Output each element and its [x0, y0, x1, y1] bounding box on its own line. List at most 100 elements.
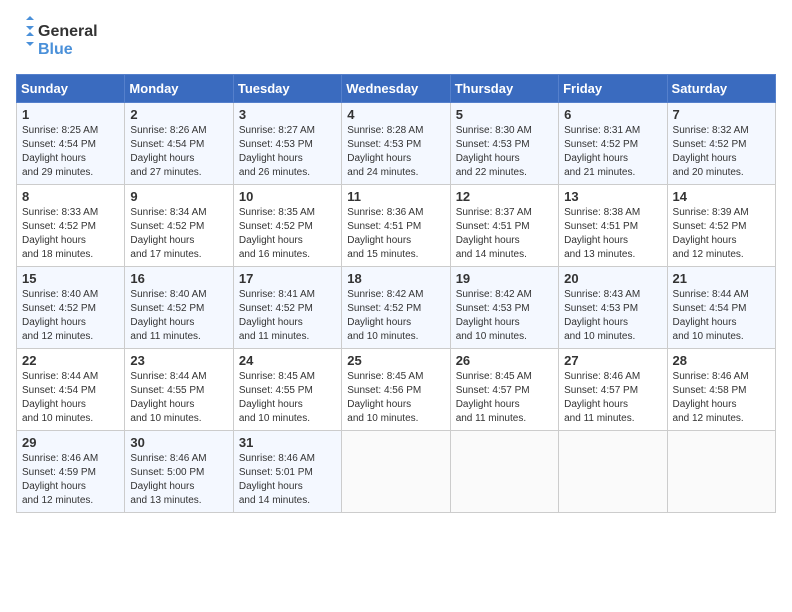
- table-row: 24 Sunrise: 8:45 AMSunset: 4:55 PMDaylig…: [233, 349, 341, 431]
- table-row: 28 Sunrise: 8:46 AMSunset: 4:58 PMDaylig…: [667, 349, 775, 431]
- day-info: Sunrise: 8:26 AMSunset: 4:54 PMDaylight …: [130, 125, 206, 178]
- table-row: 21 Sunrise: 8:44 AMSunset: 4:54 PMDaylig…: [667, 267, 775, 349]
- day-info: Sunrise: 8:38 AMSunset: 4:51 PMDaylight …: [564, 207, 640, 260]
- day-number: 28: [673, 353, 770, 368]
- svg-text:Blue: Blue: [38, 41, 73, 58]
- table-row: 1 Sunrise: 8:25 AMSunset: 4:54 PMDayligh…: [17, 103, 125, 185]
- day-info: Sunrise: 8:25 AMSunset: 4:54 PMDaylight …: [22, 125, 98, 178]
- day-number: 31: [239, 435, 336, 450]
- generalblue-logo: General Blue: [16, 16, 116, 64]
- table-row: 3 Sunrise: 8:27 AMSunset: 4:53 PMDayligh…: [233, 103, 341, 185]
- day-number: 21: [673, 271, 770, 286]
- logo: General Blue: [16, 16, 116, 64]
- table-row: [667, 431, 775, 513]
- weekday-header-monday: Monday: [125, 75, 233, 103]
- table-row: 12 Sunrise: 8:37 AMSunset: 4:51 PMDaylig…: [450, 185, 558, 267]
- day-info: Sunrise: 8:44 AMSunset: 4:54 PMDaylight …: [673, 289, 749, 342]
- day-number: 2: [130, 107, 227, 122]
- day-info: Sunrise: 8:45 AMSunset: 4:56 PMDaylight …: [347, 371, 423, 424]
- day-number: 18: [347, 271, 444, 286]
- table-row: 4 Sunrise: 8:28 AMSunset: 4:53 PMDayligh…: [342, 103, 450, 185]
- day-info: Sunrise: 8:44 AMSunset: 4:54 PMDaylight …: [22, 371, 98, 424]
- svg-text:General: General: [38, 23, 98, 40]
- day-number: 25: [347, 353, 444, 368]
- day-info: Sunrise: 8:42 AMSunset: 4:53 PMDaylight …: [456, 289, 532, 342]
- day-number: 1: [22, 107, 119, 122]
- table-row: 22 Sunrise: 8:44 AMSunset: 4:54 PMDaylig…: [17, 349, 125, 431]
- day-info: Sunrise: 8:35 AMSunset: 4:52 PMDaylight …: [239, 207, 315, 260]
- day-info: Sunrise: 8:46 AMSunset: 5:01 PMDaylight …: [239, 453, 315, 506]
- table-row: 27 Sunrise: 8:46 AMSunset: 4:57 PMDaylig…: [559, 349, 667, 431]
- table-row: 19 Sunrise: 8:42 AMSunset: 4:53 PMDaylig…: [450, 267, 558, 349]
- table-row: 5 Sunrise: 8:30 AMSunset: 4:53 PMDayligh…: [450, 103, 558, 185]
- table-row: 16 Sunrise: 8:40 AMSunset: 4:52 PMDaylig…: [125, 267, 233, 349]
- weekday-header-friday: Friday: [559, 75, 667, 103]
- day-number: 4: [347, 107, 444, 122]
- day-info: Sunrise: 8:28 AMSunset: 4:53 PMDaylight …: [347, 125, 423, 178]
- day-info: Sunrise: 8:42 AMSunset: 4:52 PMDaylight …: [347, 289, 423, 342]
- day-info: Sunrise: 8:37 AMSunset: 4:51 PMDaylight …: [456, 207, 532, 260]
- day-info: Sunrise: 8:44 AMSunset: 4:55 PMDaylight …: [130, 371, 206, 424]
- day-info: Sunrise: 8:46 AMSunset: 4:59 PMDaylight …: [22, 453, 98, 506]
- day-info: Sunrise: 8:34 AMSunset: 4:52 PMDaylight …: [130, 207, 206, 260]
- weekday-header-thursday: Thursday: [450, 75, 558, 103]
- day-number: 6: [564, 107, 661, 122]
- table-row: 7 Sunrise: 8:32 AMSunset: 4:52 PMDayligh…: [667, 103, 775, 185]
- day-info: Sunrise: 8:27 AMSunset: 4:53 PMDaylight …: [239, 125, 315, 178]
- weekday-header-wednesday: Wednesday: [342, 75, 450, 103]
- table-row: 31 Sunrise: 8:46 AMSunset: 5:01 PMDaylig…: [233, 431, 341, 513]
- table-row: 30 Sunrise: 8:46 AMSunset: 5:00 PMDaylig…: [125, 431, 233, 513]
- table-row: 17 Sunrise: 8:41 AMSunset: 4:52 PMDaylig…: [233, 267, 341, 349]
- table-row: 9 Sunrise: 8:34 AMSunset: 4:52 PMDayligh…: [125, 185, 233, 267]
- day-number: 24: [239, 353, 336, 368]
- day-number: 16: [130, 271, 227, 286]
- day-info: Sunrise: 8:46 AMSunset: 4:57 PMDaylight …: [564, 371, 640, 424]
- table-row: 23 Sunrise: 8:44 AMSunset: 4:55 PMDaylig…: [125, 349, 233, 431]
- day-number: 27: [564, 353, 661, 368]
- day-number: 9: [130, 189, 227, 204]
- day-info: Sunrise: 8:31 AMSunset: 4:52 PMDaylight …: [564, 125, 640, 178]
- page-header: General Blue: [16, 16, 776, 64]
- day-number: 15: [22, 271, 119, 286]
- day-number: 19: [456, 271, 553, 286]
- day-info: Sunrise: 8:46 AMSunset: 5:00 PMDaylight …: [130, 453, 206, 506]
- day-number: 13: [564, 189, 661, 204]
- day-number: 14: [673, 189, 770, 204]
- day-number: 12: [456, 189, 553, 204]
- day-number: 5: [456, 107, 553, 122]
- day-info: Sunrise: 8:45 AMSunset: 4:57 PMDaylight …: [456, 371, 532, 424]
- day-number: 30: [130, 435, 227, 450]
- table-row: 14 Sunrise: 8:39 AMSunset: 4:52 PMDaylig…: [667, 185, 775, 267]
- day-number: 10: [239, 189, 336, 204]
- day-info: Sunrise: 8:41 AMSunset: 4:52 PMDaylight …: [239, 289, 315, 342]
- table-row: 29 Sunrise: 8:46 AMSunset: 4:59 PMDaylig…: [17, 431, 125, 513]
- table-row: [450, 431, 558, 513]
- day-info: Sunrise: 8:40 AMSunset: 4:52 PMDaylight …: [22, 289, 98, 342]
- table-row: 13 Sunrise: 8:38 AMSunset: 4:51 PMDaylig…: [559, 185, 667, 267]
- day-number: 22: [22, 353, 119, 368]
- day-info: Sunrise: 8:45 AMSunset: 4:55 PMDaylight …: [239, 371, 315, 424]
- day-info: Sunrise: 8:39 AMSunset: 4:52 PMDaylight …: [673, 207, 749, 260]
- day-number: 29: [22, 435, 119, 450]
- table-row: 2 Sunrise: 8:26 AMSunset: 4:54 PMDayligh…: [125, 103, 233, 185]
- table-row: 20 Sunrise: 8:43 AMSunset: 4:53 PMDaylig…: [559, 267, 667, 349]
- day-number: 7: [673, 107, 770, 122]
- weekday-header-sunday: Sunday: [17, 75, 125, 103]
- table-row: 18 Sunrise: 8:42 AMSunset: 4:52 PMDaylig…: [342, 267, 450, 349]
- day-info: Sunrise: 8:32 AMSunset: 4:52 PMDaylight …: [673, 125, 749, 178]
- day-info: Sunrise: 8:36 AMSunset: 4:51 PMDaylight …: [347, 207, 423, 260]
- day-info: Sunrise: 8:43 AMSunset: 4:53 PMDaylight …: [564, 289, 640, 342]
- table-row: [342, 431, 450, 513]
- table-row: 25 Sunrise: 8:45 AMSunset: 4:56 PMDaylig…: [342, 349, 450, 431]
- table-row: 6 Sunrise: 8:31 AMSunset: 4:52 PMDayligh…: [559, 103, 667, 185]
- table-row: 8 Sunrise: 8:33 AMSunset: 4:52 PMDayligh…: [17, 185, 125, 267]
- day-number: 8: [22, 189, 119, 204]
- day-info: Sunrise: 8:40 AMSunset: 4:52 PMDaylight …: [130, 289, 206, 342]
- day-info: Sunrise: 8:30 AMSunset: 4:53 PMDaylight …: [456, 125, 532, 178]
- weekday-header-tuesday: Tuesday: [233, 75, 341, 103]
- calendar-table: SundayMondayTuesdayWednesdayThursdayFrid…: [16, 74, 776, 513]
- day-info: Sunrise: 8:33 AMSunset: 4:52 PMDaylight …: [22, 207, 98, 260]
- day-number: 17: [239, 271, 336, 286]
- weekday-header-saturday: Saturday: [667, 75, 775, 103]
- day-number: 3: [239, 107, 336, 122]
